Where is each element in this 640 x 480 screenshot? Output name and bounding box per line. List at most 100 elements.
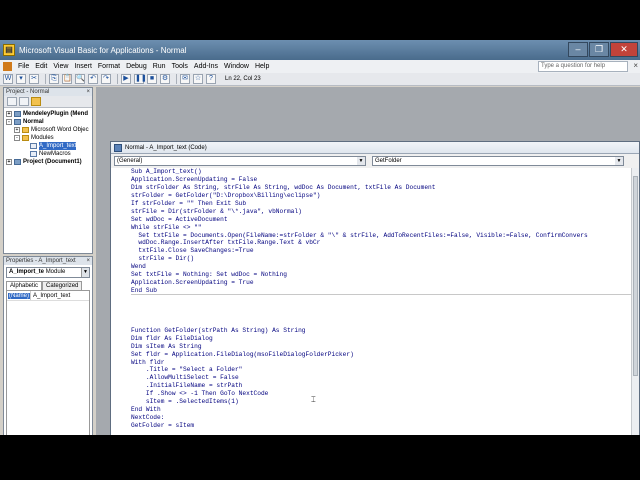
expand-icon[interactable]: + bbox=[6, 111, 12, 117]
code-editor[interactable]: Sub A_Import_text() Application.ScreenUpd… bbox=[111, 168, 631, 435]
collapse-icon[interactable]: - bbox=[6, 119, 12, 125]
project-explorer-icon[interactable]: ✉ bbox=[180, 74, 190, 84]
code-module-icon bbox=[114, 144, 122, 152]
undo-icon[interactable]: ↶ bbox=[88, 74, 98, 84]
chevron-down-icon[interactable]: ▼ bbox=[81, 268, 89, 277]
menu-window[interactable]: Window bbox=[221, 63, 252, 70]
object-dropdown[interactable]: (General) ▼ bbox=[114, 156, 366, 166]
menu-format[interactable]: Format bbox=[95, 63, 123, 70]
cut-icon[interactable]: ⎘ bbox=[49, 74, 59, 84]
code-line: Set txtFile = Documents.Open(FileName:=s… bbox=[131, 231, 588, 239]
expand-icon[interactable]: + bbox=[6, 159, 12, 165]
tree-item[interactable]: - Normal bbox=[6, 118, 92, 126]
close-icon[interactable]: × bbox=[633, 61, 638, 70]
vba-menu-icon[interactable] bbox=[3, 62, 12, 71]
code-line: Sub A_Import_text() bbox=[131, 168, 202, 175]
property-row[interactable]: (Name) A_Import_text bbox=[7, 291, 89, 301]
reset-icon[interactable]: ■ bbox=[147, 74, 157, 84]
break-icon[interactable]: ❚❚ bbox=[134, 74, 147, 84]
mdi-workspace: Normal - A_Import_text (Code) (General) … bbox=[96, 87, 640, 435]
close-icon[interactable]: × bbox=[86, 257, 90, 265]
code-window: Normal - A_Import_text (Code) (General) … bbox=[110, 141, 640, 435]
menu-file[interactable]: File bbox=[15, 63, 32, 70]
chevron-down-icon[interactable]: ▼ bbox=[357, 157, 365, 165]
properties-panel: Properties - A_Import_text × A_Import_te… bbox=[3, 256, 93, 435]
code-line: With fldr bbox=[131, 358, 165, 366]
code-window-selectors: (General) ▼ GetFolder ▼ bbox=[111, 154, 639, 168]
properties-tabs: Alphabetic Categorized bbox=[6, 281, 90, 291]
minimize-button[interactable]: – bbox=[568, 42, 588, 57]
run-icon[interactable]: ▶ bbox=[121, 74, 131, 84]
code-line: If strFolder = "" Then Exit Sub bbox=[131, 199, 247, 207]
vertical-scrollbar[interactable] bbox=[631, 168, 639, 435]
project-icon bbox=[14, 111, 21, 117]
menu-view[interactable]: View bbox=[50, 63, 71, 70]
menu-add-ins[interactable]: Add-Ins bbox=[191, 63, 221, 70]
help-search-input[interactable]: Type a question for help bbox=[538, 61, 628, 72]
menu-tools[interactable]: Tools bbox=[169, 63, 191, 70]
procedure-dropdown[interactable]: GetFolder ▼ bbox=[372, 156, 624, 166]
tree-item-label: MendeleyPlugin (Mend bbox=[23, 111, 89, 117]
maximize-button[interactable]: ❐ bbox=[589, 42, 609, 57]
cursor-position-status: Ln 22, Col 23 bbox=[225, 76, 261, 82]
code-line: Wend bbox=[131, 263, 146, 271]
code-line: Set wdDoc = ActiveDocument bbox=[131, 215, 228, 223]
find-icon[interactable]: 🔍 bbox=[75, 74, 85, 84]
code-line: .AllowMultiSelect = False bbox=[131, 374, 239, 382]
code-line: GetFolder = sItem bbox=[131, 422, 195, 429]
view-code-icon[interactable] bbox=[7, 97, 17, 106]
project-explorer-panel: Project - Normal × + MendeleyPlugin (Mend… bbox=[3, 87, 93, 254]
tree-item[interactable]: A_Import_text bbox=[6, 142, 92, 150]
tree-item-label: Normal bbox=[23, 119, 44, 125]
menu-run[interactable]: Run bbox=[150, 63, 169, 70]
tree-item[interactable]: + Microsoft Word Objec bbox=[6, 126, 92, 134]
menu-help[interactable]: Help bbox=[252, 63, 272, 70]
insert-module-icon[interactable]: ▾ bbox=[16, 74, 26, 84]
tree-item[interactable]: + Project (Document1) bbox=[6, 158, 92, 166]
folder-icon bbox=[22, 135, 29, 141]
chevron-down-icon[interactable]: ▼ bbox=[615, 157, 623, 165]
object-select-name: A_Import_te bbox=[9, 269, 45, 275]
menu-edit[interactable]: Edit bbox=[32, 63, 50, 70]
object-browser-icon[interactable]: ☆ bbox=[193, 74, 203, 84]
copy-icon[interactable]: 📋 bbox=[62, 74, 72, 84]
tree-item[interactable]: - Modules bbox=[6, 134, 92, 142]
property-name-text: (Name) bbox=[8, 293, 31, 299]
collapse-icon[interactable]: - bbox=[14, 135, 20, 141]
scrollbar-thumb[interactable] bbox=[633, 176, 638, 376]
vba-app-icon: ▤ bbox=[3, 44, 15, 56]
expand-icon[interactable]: + bbox=[14, 127, 20, 133]
tab-alphabetic[interactable]: Alphabetic bbox=[6, 281, 43, 290]
code-line: sItem = .SelectedItems(1) bbox=[131, 398, 239, 406]
toggle-folders-icon[interactable] bbox=[31, 97, 41, 106]
word-view-icon[interactable]: W bbox=[3, 74, 13, 84]
tree-item[interactable]: NewMacros bbox=[6, 150, 92, 158]
code-line: .InitialFileName = strPath bbox=[131, 382, 243, 390]
help-icon[interactable]: ? bbox=[206, 74, 216, 84]
view-object-icon[interactable] bbox=[19, 97, 29, 106]
code-line: Set txtFile = Nothing: Set wdDoc = Nothi… bbox=[131, 271, 287, 279]
code-line: Application.ScreenUpdating = False bbox=[131, 175, 258, 183]
close-icon[interactable]: × bbox=[86, 88, 90, 96]
folder-icon bbox=[22, 127, 29, 133]
menu-insert[interactable]: Insert bbox=[71, 63, 95, 70]
close-button[interactable]: ✕ bbox=[610, 42, 638, 57]
properties-grid: (Name) A_Import_text bbox=[6, 291, 90, 435]
design-mode-icon[interactable]: ⚙ bbox=[160, 74, 170, 84]
code-line: Dim strFolder As String, strFile As Stri… bbox=[131, 183, 436, 191]
procedure-dropdown-value: GetFolder bbox=[375, 158, 402, 164]
code-line: wdDoc.Range.InsertAfter txtFile.Range.Te… bbox=[131, 239, 321, 247]
object-dropdown-value: (General) bbox=[117, 158, 143, 164]
object-select[interactable]: A_Import_te Module ▼ bbox=[6, 267, 90, 278]
tab-categorized[interactable]: Categorized bbox=[42, 281, 83, 290]
code-line: Set fldr = Application.FileDialog(msoFil… bbox=[131, 350, 354, 358]
redo-icon[interactable]: ↷ bbox=[101, 74, 111, 84]
save-icon[interactable]: ✂ bbox=[29, 74, 39, 84]
tree-item[interactable]: + MendeleyPlugin (Mend bbox=[6, 110, 92, 118]
menu-debug[interactable]: Debug bbox=[123, 63, 150, 70]
code-window-title-text: Normal - A_Import_text (Code) bbox=[125, 145, 207, 151]
property-value[interactable]: A_Import_text bbox=[31, 291, 70, 300]
title-bar: ▤ Microsoft Visual Basic for Application… bbox=[0, 40, 640, 60]
